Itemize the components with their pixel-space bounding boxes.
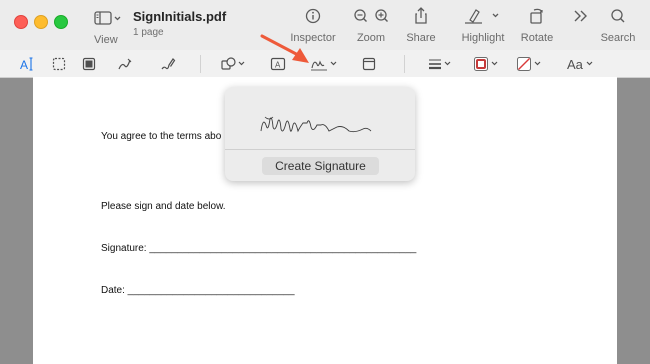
terms-text: You agree to the terms abo — [101, 131, 222, 142]
chevron-double-right-icon — [574, 10, 587, 22]
draw-tool[interactable] — [160, 56, 176, 72]
rotate-button[interactable]: Rotate — [516, 6, 558, 44]
text-cursor-icon: A — [20, 57, 33, 72]
search-icon — [611, 9, 625, 23]
chevron-down-icon — [586, 61, 593, 66]
sign-tool[interactable] — [310, 56, 338, 72]
rectangular-selection-tool[interactable] — [52, 56, 66, 72]
border-color-tool[interactable] — [473, 56, 503, 72]
svg-text:A: A — [275, 61, 281, 70]
search-label: Search — [600, 32, 636, 44]
preview-window: View SignInitials.pdf 1 page Inspector Z… — [0, 0, 650, 364]
info-icon — [305, 8, 321, 24]
shape-style-tool[interactable] — [428, 56, 456, 72]
zoom-label: Zoom — [356, 32, 386, 44]
text-style-label: Aa — [567, 56, 583, 72]
share-icon — [415, 7, 427, 24]
sketch-tool[interactable] — [117, 56, 133, 72]
dashed-rectangle-icon — [52, 57, 66, 71]
text-box-tool[interactable]: A — [270, 56, 286, 72]
date-line: Date: ______________________________ — [101, 285, 295, 296]
document-page-count: 1 page — [133, 27, 164, 38]
highlight-button[interactable]: Highlight — [456, 6, 510, 44]
popover-divider — [225, 149, 415, 150]
fill-color-tool[interactable] — [516, 56, 546, 72]
note-tool[interactable] — [362, 56, 376, 72]
sidebar-icon — [94, 11, 121, 25]
text-selection-tool[interactable]: A — [18, 56, 36, 72]
shapes-tool[interactable] — [220, 56, 248, 72]
share-label: Share — [406, 32, 436, 44]
view-menu-button[interactable]: View — [88, 9, 124, 46]
toolbar-divider — [200, 55, 201, 73]
highlight-label: Highlight — [461, 32, 505, 44]
border-color-icon — [474, 57, 498, 71]
pen-icon — [161, 58, 176, 70]
svg-text:A: A — [20, 58, 28, 72]
minimize-window-button[interactable] — [34, 15, 48, 29]
create-signature-button[interactable]: Create Signature — [262, 157, 379, 175]
zoom-button[interactable]: Zoom — [348, 6, 394, 44]
zoom-icon — [354, 9, 388, 22]
inspector-label: Inspector — [290, 32, 336, 44]
line-weight-icon — [429, 59, 451, 70]
redact-icon — [82, 57, 96, 71]
no-fill-icon — [517, 57, 541, 71]
document-title: SignInitials.pdf — [133, 9, 227, 24]
signature-line: Signature: _____________________________… — [101, 243, 417, 254]
signature-icon — [311, 60, 337, 71]
text-style-tool[interactable]: Aa — [567, 56, 597, 72]
search-button[interactable]: Search — [598, 6, 638, 44]
shapes-icon — [221, 57, 245, 70]
rotate-icon — [530, 8, 543, 24]
window-icon — [362, 57, 376, 71]
signature-popover: Create Signature — [225, 87, 415, 181]
redact-tool[interactable] — [82, 56, 96, 72]
maximize-window-button[interactable] — [54, 15, 68, 29]
share-button[interactable]: Share — [402, 6, 440, 44]
instruction-text: Please sign and date below. — [101, 201, 226, 212]
more-toolbar-button[interactable] — [570, 6, 590, 26]
sketch-icon — [118, 58, 132, 70]
view-label: View — [94, 34, 118, 46]
saved-signature[interactable] — [225, 87, 415, 147]
text-box-icon: A — [270, 57, 286, 71]
highlighter-icon — [465, 9, 499, 24]
rotate-label: Rotate — [520, 32, 554, 44]
close-window-button[interactable] — [14, 15, 28, 29]
title-toolbar: View SignInitials.pdf 1 page Inspector Z… — [0, 0, 650, 51]
toolbar-divider — [404, 55, 405, 73]
inspector-button[interactable]: Inspector — [288, 6, 338, 44]
